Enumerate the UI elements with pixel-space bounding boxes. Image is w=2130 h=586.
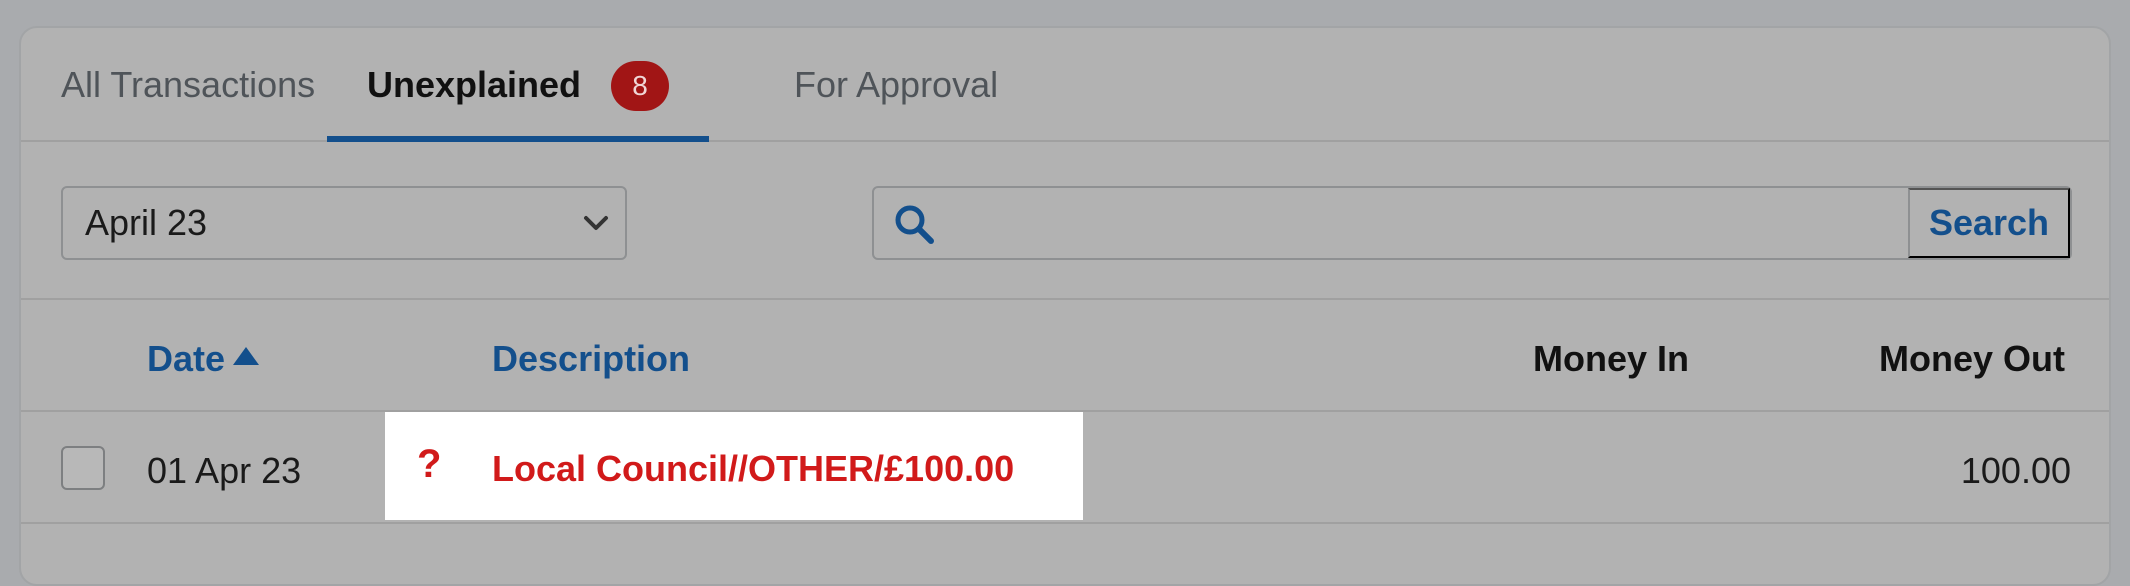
search-input[interactable]: [954, 188, 1904, 258]
count-badge: 8: [611, 61, 670, 111]
search-icon: [895, 205, 934, 244]
sort-ascending-icon: [233, 347, 260, 365]
question-mark-icon: ?: [417, 442, 442, 486]
column-header-date[interactable]: Date: [147, 338, 260, 380]
row-date: 01 Apr 23: [147, 450, 302, 491]
row-description-cell[interactable]: ? Local Council//OTHER/£100.00: [385, 412, 1083, 520]
row-checkbox[interactable]: [61, 446, 105, 490]
column-header-label: Date: [147, 338, 226, 379]
table-header: Date Description Money In Money Out: [21, 302, 2109, 412]
tab-for-approval[interactable]: For Approval: [794, 64, 998, 140]
column-header-description[interactable]: Description: [492, 338, 690, 380]
search-button[interactable]: Search: [1908, 188, 2070, 258]
row-money-out: 100.00: [1960, 450, 2071, 491]
tab-label: For Approval: [794, 64, 999, 105]
tab-unexplained[interactable]: Unexplained 8: [327, 61, 710, 142]
month-select-value: April 23: [85, 202, 208, 243]
active-tab-indicator: [327, 136, 710, 142]
transactions-panel: All Transactions Unexplained 8 For Appro…: [19, 26, 2111, 586]
filter-bar: April 23 Search: [21, 144, 2109, 300]
table-row[interactable]: 01 Apr 23 ? Local Council//OTHER/£100.00…: [21, 412, 2109, 524]
column-header-money-out: Money Out: [1879, 338, 2065, 379]
tab-bar: All Transactions Unexplained 8 For Appro…: [21, 28, 2109, 142]
tab-label: All Transactions: [61, 64, 316, 105]
tab-all-transactions[interactable]: All Transactions: [61, 64, 315, 140]
search-box: Search: [872, 186, 2072, 260]
row-description[interactable]: Local Council//OTHER/£100.00: [492, 448, 1014, 490]
chevron-down-icon: [584, 216, 608, 230]
column-header-money-in: Money In: [1533, 338, 1690, 379]
tab-label: Unexplained: [367, 64, 582, 105]
month-select[interactable]: April 23: [61, 186, 627, 260]
